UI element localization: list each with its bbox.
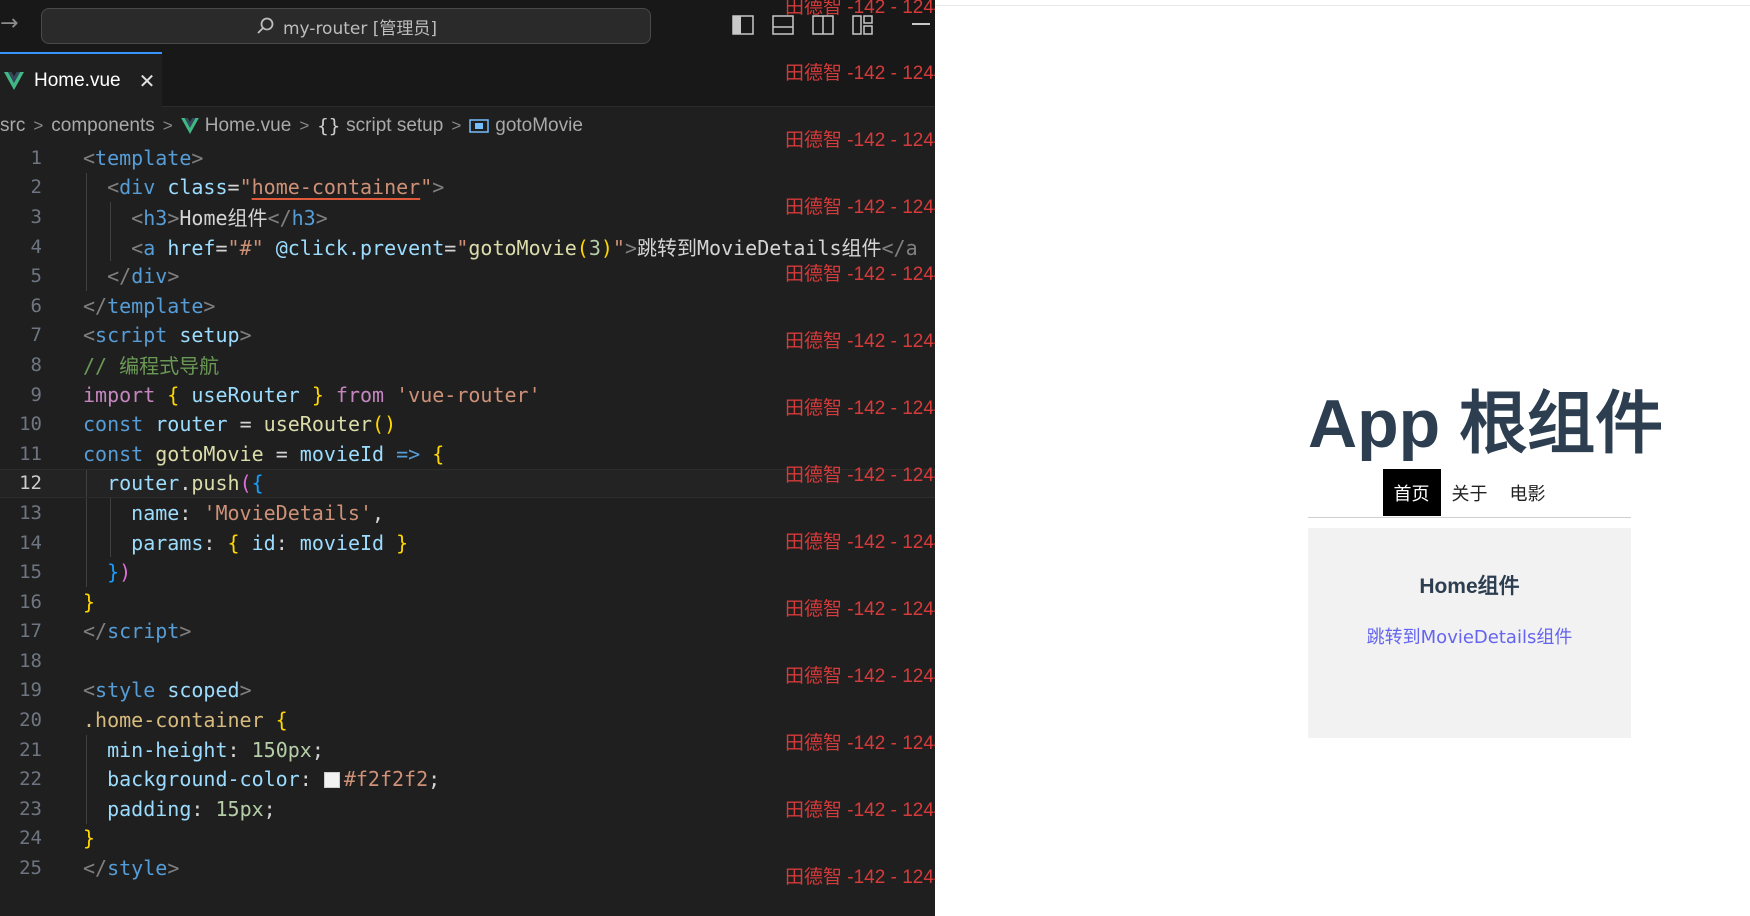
watermark: 田德智 -142 - 1244 — [785, 398, 945, 419]
chevron-right-icon: > — [299, 116, 310, 135]
chevron-right-icon: > — [451, 116, 462, 135]
line-number: 10 — [19, 413, 42, 436]
line-number: 21 — [19, 738, 42, 761]
line-number: 13 — [19, 501, 42, 524]
watermark: 田德智 -142 - 1244 — [785, 465, 945, 486]
line-number: 14 — [19, 531, 42, 554]
variable-icon — [469, 119, 489, 133]
goto-movie-details-link[interactable]: 跳转到MovieDetails组件 — [1308, 623, 1631, 649]
code-line: 22 background-color: #f2f2f2; — [0, 764, 935, 795]
code-line: 8 // 编程式导航 — [0, 350, 935, 380]
watermark: 田德智 -142 - 1244 — [785, 63, 945, 84]
line-number: 1 — [30, 146, 42, 169]
line-number: 11 — [19, 442, 42, 465]
tab-home-vue[interactable]: Home.vue ✕ — [0, 52, 162, 107]
code-line: 15 }) — [0, 557, 935, 587]
code-line: 13 name: 'MovieDetails', — [0, 498, 935, 528]
command-center-search[interactable]: my-router [管理员] — [41, 8, 651, 44]
braces-icon: {} — [317, 115, 341, 137]
code-line: 4 <a href="#" @click.prevent="gotoMovie(… — [0, 231, 935, 262]
watermark: 田德智 -142 - 1244 — [785, 599, 945, 620]
line-number: 6 — [30, 294, 42, 317]
watermark: 田德智 -142 - 1244 — [785, 666, 945, 687]
line-number: 24 — [19, 827, 42, 850]
breadcrumb-item-src[interactable]: src — [0, 115, 25, 137]
chevron-right-icon: > — [162, 116, 173, 135]
breadcrumb-item-gotomovie[interactable]: gotoMovie — [469, 115, 583, 137]
line-number: 20 — [19, 709, 42, 732]
vue-file-icon — [4, 71, 24, 90]
line-number: 17 — [19, 620, 42, 643]
line-number: 23 — [19, 797, 42, 820]
watermark: 田德智 -142 - 1244 — [785, 197, 945, 218]
line-number: 18 — [19, 649, 42, 672]
line-number: 19 — [19, 679, 42, 702]
breadcrumb-item-script-setup[interactable]: {} script setup — [317, 115, 443, 137]
app-title: App 根组件 — [1308, 386, 1664, 462]
line-number: 9 — [30, 383, 42, 406]
watermark: 田德智 -142 - 1244 — [785, 867, 945, 888]
watermark: 田德智 -142 - 1244 — [785, 264, 945, 285]
back-arrow-icon[interactable]: → — [0, 10, 18, 38]
line-number: 15 — [19, 561, 42, 584]
line-number: 12 — [19, 472, 42, 495]
watermark: 田德智 -142 - 1244 — [785, 800, 945, 821]
breadcrumb-item-home-vue[interactable]: Home.vue — [180, 115, 291, 137]
line-number: 5 — [30, 265, 42, 288]
line-number: 16 — [19, 590, 42, 613]
breadcrumb: src > components > Home.vue > {} script … — [0, 112, 583, 140]
command-center-label: my-router [管理员] — [282, 18, 438, 39]
watermark: 田德智 -142 - 1244 — [785, 0, 945, 18]
vue-file-icon — [180, 118, 199, 134]
line-number: 8 — [30, 353, 42, 376]
home-heading: Home组件 — [1419, 575, 1520, 598]
chevron-right-icon: > — [33, 116, 44, 135]
nav-link-movie[interactable]: 电影 — [1499, 469, 1557, 516]
toggle-primary-sidebar-icon[interactable] — [730, 12, 756, 38]
nav-link-about[interactable]: 关于 — [1441, 469, 1499, 516]
watermark: 田德智 -142 - 1244 — [785, 331, 945, 352]
line-number: 3 — [30, 205, 42, 228]
line-number: 25 — [19, 857, 42, 880]
app-nav: 首页 关于 电影 — [1308, 469, 1631, 518]
divider — [935, 5, 1750, 6]
tab-label: Home.vue — [34, 69, 121, 91]
close-icon[interactable]: ✕ — [139, 71, 156, 91]
home-container: Home组件 跳转到MovieDetails组件 — [1308, 528, 1631, 738]
watermark: 田德智 -142 - 1244 — [785, 733, 945, 754]
minimize-icon — [912, 23, 930, 25]
watermark: 田德智 -142 - 1244 — [785, 532, 945, 553]
code-line: 24 } — [0, 824, 935, 854]
browser-preview: App 根组件 首页 关于 电影 Home组件 跳转到MovieDetails组… — [935, 0, 1750, 916]
line-number: 22 — [19, 768, 42, 791]
search-icon — [257, 17, 274, 34]
code-area[interactable]: 1 <template> 2 <div class="home-containe… — [0, 143, 935, 883]
breadcrumb-item-components[interactable]: components — [51, 115, 155, 137]
line-number: 2 — [30, 176, 42, 199]
nav-link-home[interactable]: 首页 — [1382, 469, 1441, 516]
line-number: 7 — [30, 324, 42, 347]
watermark: 田德智 -142 - 1244 — [785, 130, 945, 151]
color-swatch[interactable] — [323, 772, 340, 789]
line-number: 4 — [30, 235, 42, 258]
code-line: 6 </template> — [0, 291, 935, 321]
